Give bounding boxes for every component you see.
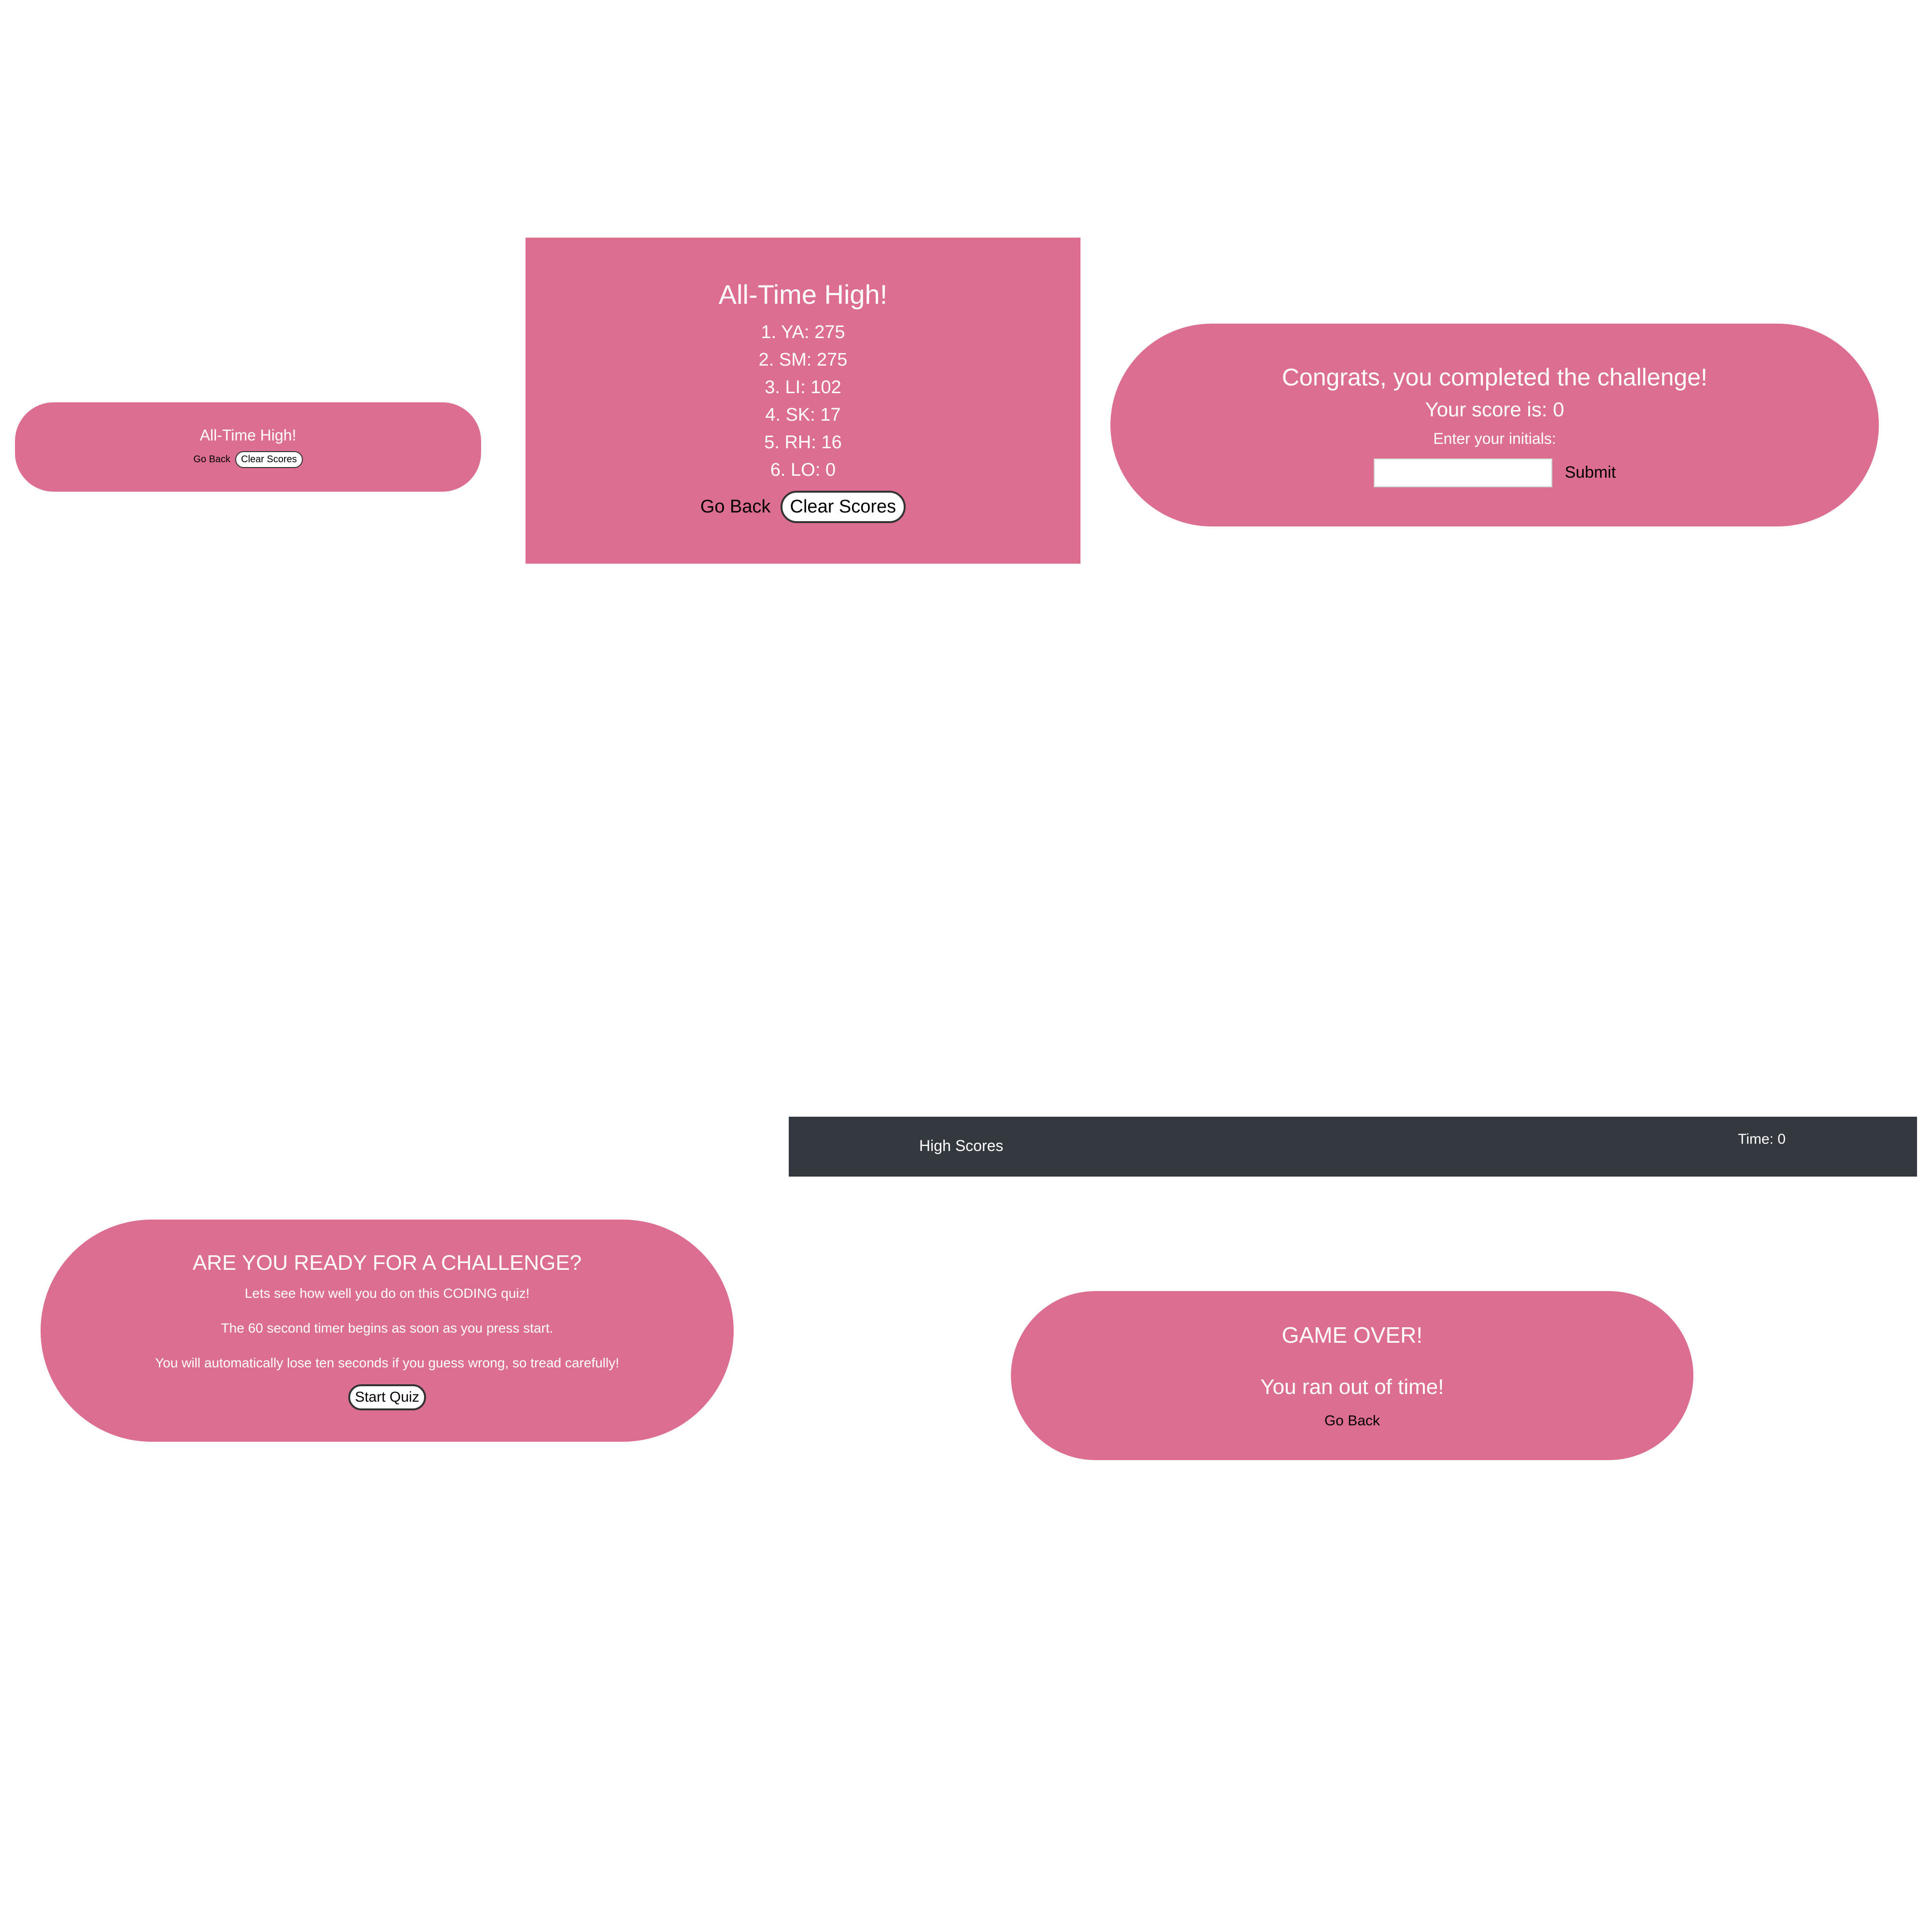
timer-text: The 60 second timer begins as soon as yo… [221,1321,554,1335]
clear-scores-button[interactable]: Clear Scores [780,490,906,523]
high-scores-title: All-Time High! [718,279,888,310]
submit-button[interactable]: Submit [1565,463,1616,482]
high-scores-panel-small: All-Time High! Go Back Clear Scores [15,402,481,492]
game-over-panel: GAME OVER! You ran out of time! Go Back [1011,1291,1693,1460]
high-scores-list: 1. YA: 275 2. SM: 275 3. LI: 102 4. SK: … [759,319,848,484]
completion-title: Congrats, you completed the challenge! [1281,363,1708,391]
high-scores-actions: Go Back Clear Scores [193,451,303,468]
score-entry: 5. RH: 16 [764,432,842,453]
start-quiz-button[interactable]: Start Quiz [348,1384,426,1410]
high-scores-panel-large: All-Time High! 1. YA: 275 2. SM: 275 3. … [526,238,1080,564]
game-over-message: You ran out of time! [1260,1375,1444,1399]
game-over-title: GAME OVER! [1281,1322,1423,1348]
start-title: ARE YOU READY FOR A CHALLENGE? [192,1251,582,1275]
penalty-text: You will automatically lose ten seconds … [155,1355,619,1370]
start-panel: ARE YOU READY FOR A CHALLENGE? Lets see … [41,1220,734,1442]
initials-input[interactable] [1373,458,1552,487]
score-entry: 1. YA: 275 [761,322,845,342]
score-entry: 3. LI: 102 [765,377,841,398]
intro-text: Lets see how well you do on this CODING … [244,1286,530,1301]
high-scores-title: All-Time High! [199,426,297,444]
initials-form: Submit [1373,458,1616,487]
clear-scores-button[interactable]: Clear Scores [235,451,303,468]
top-navbar: High Scores Time: 0 [789,1117,1917,1177]
score-entry: 4. SK: 17 [765,404,841,425]
high-scores-link[interactable]: High Scores [919,1137,1003,1155]
final-score: Your score is: 0 [1425,398,1564,421]
timer-display: Time: 0 [1738,1131,1786,1147]
go-back-button[interactable]: Go Back [700,497,771,517]
go-back-button[interactable]: Go Back [193,454,230,465]
completion-panel: Congrats, you completed the challenge! Y… [1110,324,1879,526]
initials-label: Enter your initials: [1433,429,1556,447]
go-back-button[interactable]: Go Back [1324,1413,1380,1429]
score-entry: 6. LO: 0 [770,459,836,480]
high-scores-actions: Go Back Clear Scores [700,490,906,523]
score-entry: 2. SM: 275 [758,349,848,370]
